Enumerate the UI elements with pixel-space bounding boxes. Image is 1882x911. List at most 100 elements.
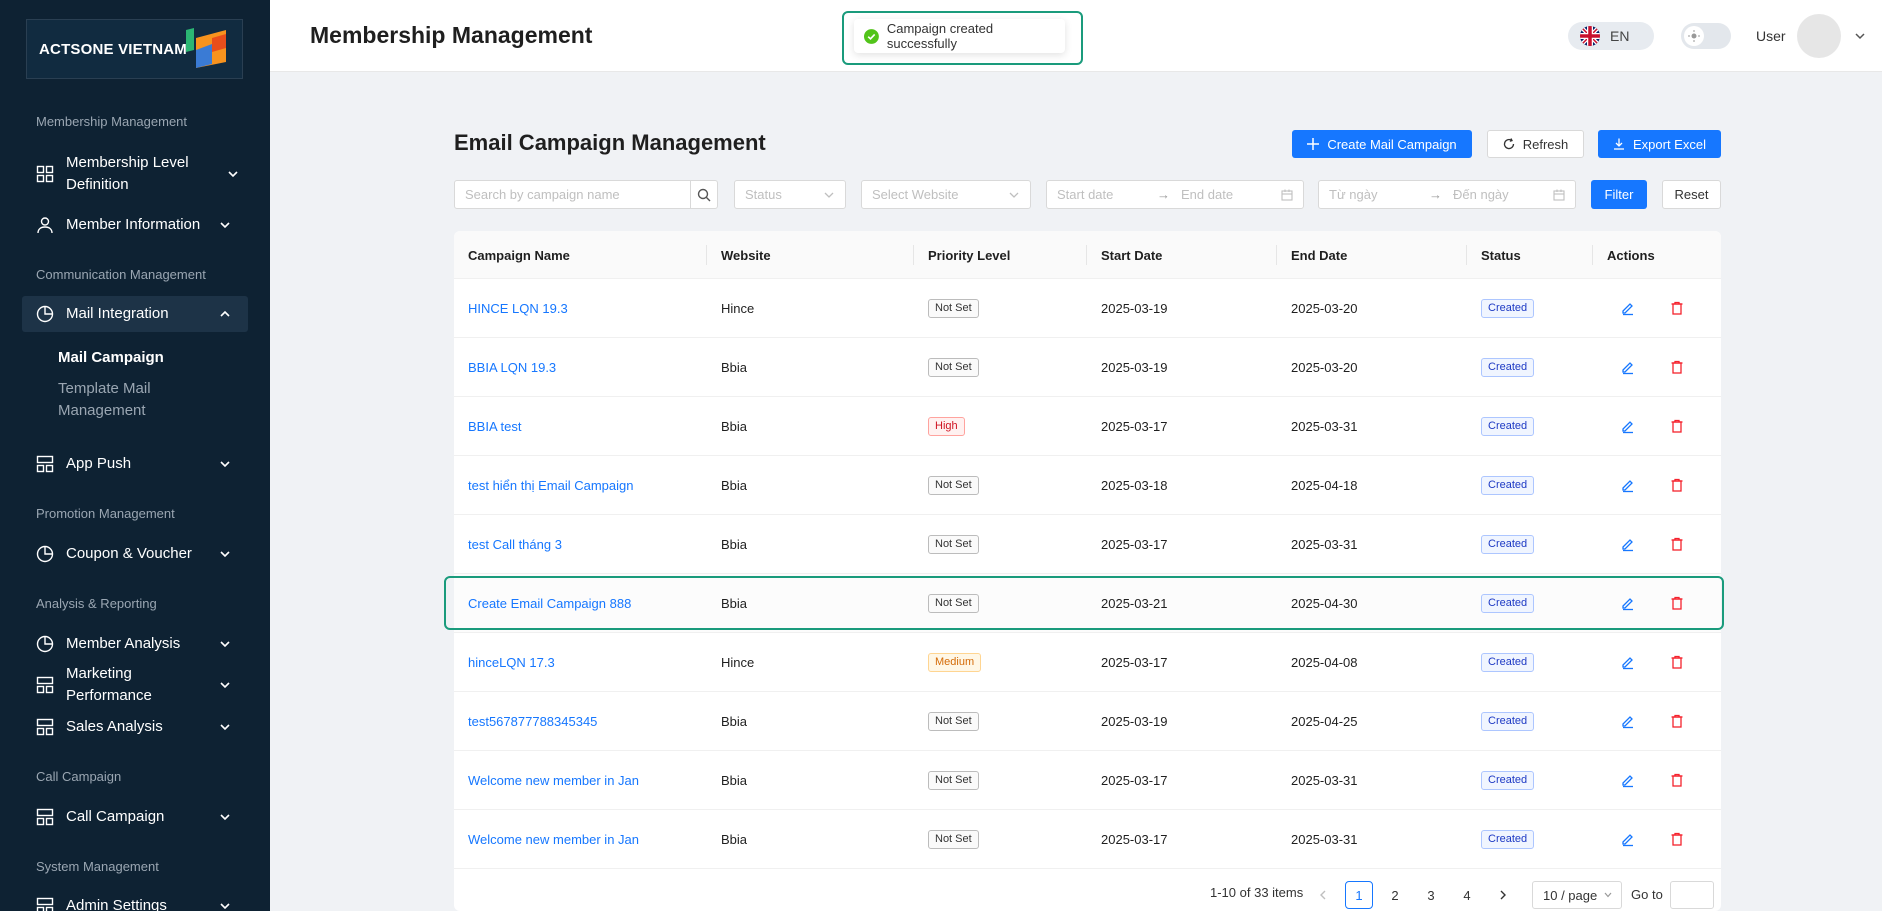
nav-label: Member Analysis — [66, 635, 181, 652]
pie-chart-icon — [36, 305, 54, 323]
goto-input[interactable] — [1670, 881, 1714, 909]
delete-icon[interactable] — [1669, 477, 1685, 493]
edit-icon[interactable] — [1620, 772, 1636, 788]
campaign-name-link[interactable]: BBIA LQN 19.3 — [468, 338, 556, 396]
user-name[interactable]: User — [1756, 28, 1786, 44]
website-cell: Bbia — [721, 713, 748, 729]
campaign-name-link[interactable]: hinceLQN 17.3 — [468, 633, 555, 691]
status-select[interactable]: Status — [734, 180, 846, 209]
filter-button[interactable]: Filter — [1591, 180, 1647, 209]
nav-admin-settings[interactable]: Admin Settings — [22, 895, 248, 911]
website-cell: Bbia — [721, 772, 748, 788]
next-page-button[interactable] — [1489, 881, 1517, 909]
layout-icon — [36, 897, 54, 911]
search-button[interactable] — [690, 180, 718, 209]
website-cell: Bbia — [721, 477, 748, 493]
prev-page-button[interactable] — [1309, 881, 1337, 909]
edit-icon[interactable] — [1620, 300, 1636, 316]
create-campaign-button[interactable]: Create Mail Campaign — [1292, 130, 1472, 158]
pagination-info: 1-10 of 33 items — [1210, 885, 1304, 900]
download-icon — [1614, 138, 1624, 150]
search-input[interactable]: Search by campaign name — [454, 180, 691, 209]
campaign-name-link[interactable]: HINCE LQN 19.3 — [468, 279, 568, 337]
delete-icon[interactable] — [1669, 654, 1685, 670]
nav-template-mail[interactable]: Template Mail Management — [58, 378, 178, 422]
nav-member-analysis[interactable]: Member Analysis — [22, 633, 248, 655]
check-circle-icon — [864, 28, 879, 44]
campaign-name-link[interactable]: Welcome new member in Jan — [468, 810, 639, 868]
delete-icon[interactable] — [1669, 772, 1685, 788]
end-date-cell: 2025-04-18 — [1291, 477, 1358, 493]
nav-marketing-performance[interactable]: Marketing Performance — [22, 665, 248, 704]
campaign-name-link[interactable]: test hiển thị Email Campaign — [468, 456, 633, 514]
nav-label: Member Information — [66, 216, 201, 233]
end-date-cell: 2025-03-20 — [1291, 359, 1358, 375]
page-size-select[interactable]: 10 / page — [1532, 881, 1622, 909]
delete-icon[interactable] — [1669, 359, 1685, 375]
column-separator — [1592, 245, 1593, 265]
edit-icon[interactable] — [1620, 536, 1636, 552]
export-excel-button[interactable]: Export Excel — [1598, 130, 1721, 158]
nav-app-push[interactable]: App Push — [22, 453, 248, 475]
campaign-name-link[interactable]: Welcome new member in Jan — [468, 751, 639, 809]
campaign-name-link[interactable]: test Call tháng 3 — [468, 515, 562, 573]
delete-icon[interactable] — [1669, 536, 1685, 552]
start-date-cell: 2025-03-19 — [1101, 359, 1168, 375]
chevron-down-icon — [1009, 192, 1019, 198]
reset-button[interactable]: Reset — [1662, 180, 1721, 209]
nav-mail-campaign[interactable]: Mail Campaign — [58, 347, 164, 369]
delete-icon[interactable] — [1669, 300, 1685, 316]
page-2-button[interactable]: 2 — [1381, 881, 1409, 909]
content-title: Email Campaign Management — [454, 130, 766, 155]
website-cell: Hince — [721, 300, 755, 316]
campaign-name-link[interactable]: test567877788345345 — [468, 692, 597, 750]
edit-icon[interactable] — [1620, 418, 1636, 434]
nav-member-information[interactable]: Member Information — [22, 214, 248, 236]
nav-label: Call Campaign — [66, 808, 165, 825]
to-date-placeholder: Đến ngày — [1453, 187, 1509, 202]
nav-membership-level[interactable]: Membership Level Definition — [22, 152, 248, 196]
website-cell: Bbia — [721, 418, 748, 434]
website-select[interactable]: Select Website — [861, 180, 1031, 209]
website-cell: Bbia — [721, 359, 748, 375]
nav-coupon-voucher[interactable]: Coupon & Voucher — [22, 543, 248, 565]
page-3-button[interactable]: 3 — [1417, 881, 1445, 909]
delete-icon[interactable] — [1669, 418, 1685, 434]
chevron-left-icon — [1320, 890, 1326, 900]
language-switcher[interactable]: EN — [1568, 22, 1654, 50]
status-placeholder: Status — [745, 187, 782, 202]
delete-icon[interactable] — [1669, 713, 1685, 729]
nav-label: App Push — [66, 455, 132, 472]
search-placeholder: Search by campaign name — [465, 187, 620, 202]
edit-icon[interactable] — [1620, 831, 1636, 847]
campaign-name-link[interactable]: BBIA test — [468, 397, 521, 455]
theme-toggle[interactable] — [1681, 23, 1731, 49]
header: Membership Management Campaign created s… — [270, 0, 1882, 72]
delete-icon[interactable] — [1669, 831, 1685, 847]
edit-icon[interactable] — [1620, 359, 1636, 375]
nav-mail-integration[interactable]: Mail Integration — [22, 296, 248, 332]
nav-sales-analysis[interactable]: Sales Analysis — [22, 716, 248, 738]
logo[interactable]: ACTSONE VIETNAM — [26, 19, 243, 79]
pie-chart-icon — [36, 545, 54, 563]
chevron-down-icon[interactable] — [1853, 29, 1867, 43]
edit-icon[interactable] — [1620, 713, 1636, 729]
start-date-cell: 2025-03-17 — [1101, 772, 1168, 788]
refresh-button[interactable]: Refresh — [1487, 130, 1584, 158]
toast-message: Campaign created successfully — [854, 19, 1065, 53]
toast-highlight: Campaign created successfully — [842, 11, 1083, 65]
range-arrow: → — [1429, 187, 1442, 202]
section-system: System Management — [36, 859, 159, 874]
page-1-button[interactable]: 1 — [1345, 881, 1373, 909]
edit-icon[interactable] — [1620, 477, 1636, 493]
nav-call-campaign[interactable]: Call Campaign — [22, 806, 248, 828]
chevron-down-icon — [220, 724, 230, 731]
avatar[interactable] — [1797, 14, 1841, 58]
chevron-down-icon — [220, 903, 230, 910]
date-range-picker-2[interactable]: Từ ngày → Đến ngày — [1318, 180, 1576, 209]
logo-mark-icon — [186, 28, 226, 68]
page-4-button[interactable]: 4 — [1453, 881, 1481, 909]
col-end-date: End Date — [1291, 247, 1348, 263]
edit-icon[interactable] — [1620, 654, 1636, 670]
date-range-picker[interactable]: Start date → End date — [1046, 180, 1304, 209]
